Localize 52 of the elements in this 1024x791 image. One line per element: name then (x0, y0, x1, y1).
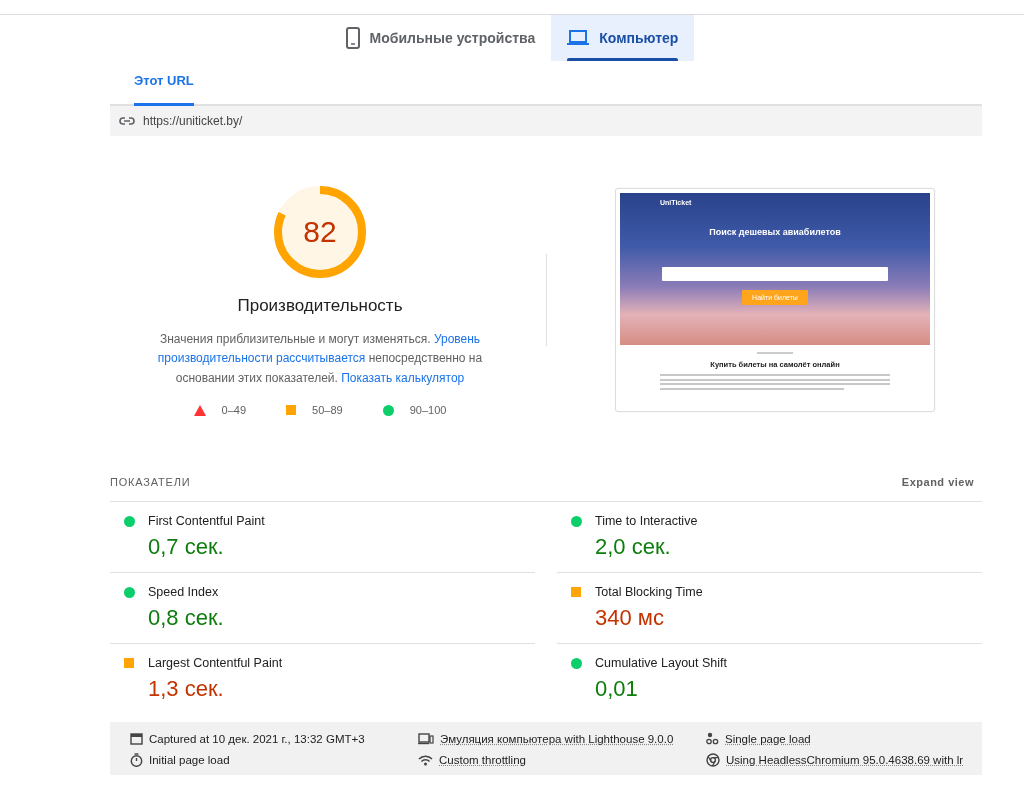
description-link[interactable]: Показать калькулятор (341, 370, 465, 385)
metric-name: Total Blocking Time (595, 585, 704, 599)
triangle-icon (193, 404, 206, 416)
info-link[interactable]: Эмуляция компьютера with Lighthouse 9.0.0 (440, 732, 674, 745)
phone-icon (345, 27, 360, 49)
info-link[interactable]: Custom throttling (439, 754, 526, 766)
description-link[interactable]: производительности рассчитывается (157, 351, 366, 366)
expand-view-link[interactable]: Expand view (901, 476, 974, 488)
status-icon (570, 657, 582, 669)
score-title: Производительность (237, 295, 403, 316)
status-icon (123, 586, 135, 598)
square-icon (286, 405, 297, 416)
metric-name: First Contentful Paint (148, 514, 266, 528)
info-link[interactable]: Single page load (725, 732, 811, 745)
description-link[interactable]: Уровень (433, 331, 481, 346)
legend-range: 90–100 (409, 404, 447, 417)
circle-icon (382, 404, 394, 416)
legend-range: 0–49 (221, 404, 247, 417)
link-icon (119, 117, 135, 125)
status-icon (570, 515, 582, 527)
metrics-title: ПОКАЗАТЕЛИ (110, 476, 191, 488)
device-tab[interactable]: Мобильные устройства (329, 15, 552, 61)
metric-name: Cumulative Layout Shift (595, 656, 728, 670)
metric-value: 0,01 (595, 676, 639, 702)
stopwatch-icon (130, 753, 143, 767)
status-icon (571, 587, 581, 597)
metric-value: 0,8 сек. (148, 605, 225, 631)
dots-icon (706, 732, 719, 745)
info-link[interactable]: Using HeadlessChromium 95.0.4638.69 with lr (726, 754, 964, 766)
laptop-icon (567, 30, 590, 46)
metric-value: 1,3 сек. (148, 676, 225, 702)
legend-range: 50–89 (312, 404, 343, 417)
metric-value: 340 мс (595, 605, 665, 631)
info-text: Initial page load (149, 754, 230, 766)
metric-name: Time to Interactive (595, 514, 699, 528)
calendar-icon (130, 732, 143, 745)
device-tab[interactable]: Компьютер (551, 15, 695, 61)
site-heading: Поиск дешевых авиабилетов (709, 227, 841, 237)
metric-value: 0,7 сек. (148, 534, 225, 560)
score-description: Значения приблизительные и могут изменяться. Уровень производительности рассчитывается непосредственно на основании этих показателей. Показать калькулятор (156, 330, 484, 387)
status-icon (123, 515, 135, 527)
metric-name: Speed Index (148, 585, 220, 599)
status-icon (124, 658, 134, 668)
wifi-icon (418, 754, 433, 766)
url-text: https://uniticket.by/ (143, 114, 243, 128)
metric-name: Largest Contentful Paint (148, 656, 284, 670)
laptop-icon (418, 732, 434, 745)
info-text: Captured at 10 дек. 2021 г., 13:32 GMT+3 (149, 732, 365, 745)
url-tab[interactable]: Этот URL (110, 61, 218, 104)
score-value: 82 (302, 213, 338, 250)
chrome-icon (706, 753, 720, 767)
metric-value: 2,0 сек. (595, 534, 672, 560)
